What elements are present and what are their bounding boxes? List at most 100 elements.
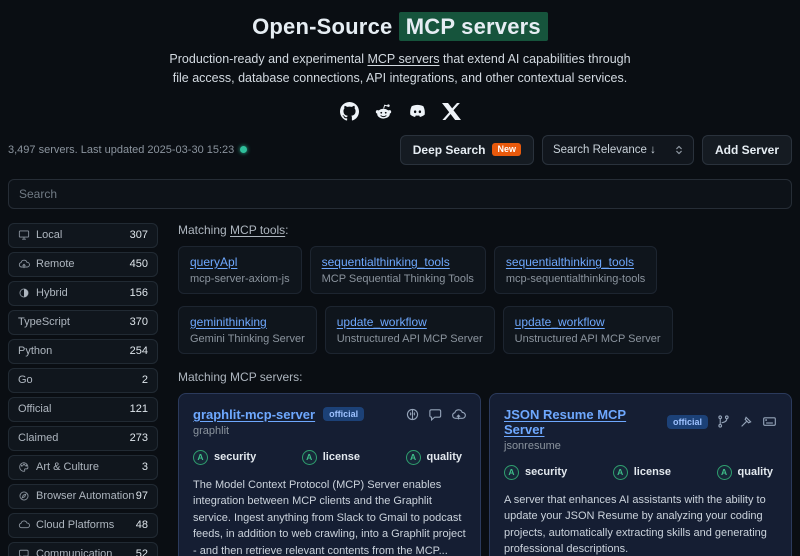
sidebar-item-hybrid[interactable]: Hybrid 156 <box>8 280 158 306</box>
grade-badge: A <box>504 464 519 480</box>
discord-icon <box>408 102 427 121</box>
quality-score: Aquality <box>405 449 462 465</box>
sidebar-item-label: Go <box>18 374 33 387</box>
sidebar-item-claimed[interactable]: Claimed 273 <box>8 425 158 451</box>
online-status-dot <box>240 146 248 154</box>
hybrid-icon <box>18 287 30 299</box>
sidebar-item-label: TypeScript <box>18 316 70 329</box>
reddit-link[interactable] <box>374 102 393 121</box>
grade-badge: A <box>612 464 628 480</box>
sidebar-item-count: 52 <box>135 548 148 556</box>
tool-card[interactable]: update_workflow Unstructured API MCP Serv… <box>502 305 673 354</box>
server-title-link[interactable]: graphlit-mcp-server <box>193 407 315 422</box>
sort-select[interactable]: Search Relevance ↓ <box>541 134 694 165</box>
license-score: Alicense <box>301 449 360 465</box>
chat-bubble-icon[interactable] <box>428 407 443 422</box>
tool-card[interactable]: queryApl mcp-server-axiom-js <box>178 245 302 294</box>
computer-icon <box>18 229 30 241</box>
page-subtitle: Production-ready and experimental MCP se… <box>165 50 635 89</box>
tools-grid: queryApl mcp-server-axiom-js sequentialth… <box>178 245 792 354</box>
social-links <box>8 102 792 121</box>
sidebar-item-label: Cloud Platforms <box>36 519 115 532</box>
sidebar-item-typescript[interactable]: TypeScript 370 <box>8 309 158 335</box>
mcp-servers-link[interactable]: MCP servers <box>367 52 439 66</box>
score-label: license <box>633 466 672 479</box>
subtitle-text: Production-ready and experimental <box>169 52 368 66</box>
page-header: Open-Source MCP servers Production-ready… <box>8 0 792 121</box>
x-icon <box>442 102 461 121</box>
sidebar-item-official[interactable]: Official 121 <box>8 396 158 422</box>
add-server-label: Add Server <box>714 142 779 157</box>
cloud-upload-icon[interactable] <box>451 407 466 422</box>
matching-tools-heading: Matching MCP tools: <box>178 223 792 237</box>
sidebar-item-label: Remote <box>36 258 75 271</box>
sidebar-item-communication[interactable]: Communication 52 <box>8 541 158 556</box>
server-card[interactable]: graphlit-mcp-server official graphlit As… <box>178 392 481 556</box>
sidebar-item-art-culture[interactable]: Art & Culture 3 <box>8 454 158 480</box>
sidebar-item-browser-automation[interactable]: Browser Automation 97 <box>8 483 158 509</box>
server-description: The Model Context Protocol (MCP) Server … <box>193 478 466 556</box>
tool-name-link[interactable]: geminithinking <box>190 315 305 329</box>
toolbar: 3,497 servers. Last updated 2025-03-30 1… <box>8 134 792 165</box>
tool-name-link[interactable]: update_workflow <box>515 315 661 329</box>
mcp-tools-link[interactable]: MCP tools <box>230 223 285 237</box>
cloud-icon <box>18 519 30 531</box>
tool-card[interactable]: sequentialthinking_tools MCP Sequential T… <box>309 245 486 294</box>
tool-card[interactable]: update_workflow Unstructured API MCP Serv… <box>324 305 495 354</box>
security-score: Asecurity <box>193 449 256 465</box>
discord-link[interactable] <box>408 102 427 121</box>
brain-icon[interactable] <box>405 407 420 422</box>
github-link[interactable] <box>340 102 359 121</box>
sidebar-item-go[interactable]: Go 2 <box>8 367 158 393</box>
reddit-icon <box>374 102 393 121</box>
deep-search-button[interactable]: Deep Search New <box>399 134 534 165</box>
deep-search-label: Deep Search <box>412 142 486 157</box>
server-stats: 3,497 servers. Last updated 2025-03-30 1… <box>8 143 248 156</box>
x-link[interactable] <box>442 102 461 121</box>
cloud-arrow-up-icon <box>18 258 30 270</box>
score-label: quality <box>737 466 773 479</box>
sidebar-item-cloud-platforms[interactable]: Cloud Platforms 48 <box>8 512 158 538</box>
grade-badge: A <box>716 464 732 480</box>
tool-name-link[interactable]: queryApl <box>190 255 290 269</box>
sidebar-item-label: Browser Automation <box>36 490 135 503</box>
tool-name-link[interactable]: sequentialthinking_tools <box>506 255 645 269</box>
stats-text: 3,497 servers. Last updated 2025-03-30 1… <box>8 143 235 156</box>
add-server-button[interactable]: Add Server <box>701 134 792 165</box>
sidebar-item-count: 3 <box>141 461 148 474</box>
server-title-link[interactable]: JSON Resume MCP Server <box>504 407 659 437</box>
server-card[interactable]: JSON Resume MCP Server official jsonresu… <box>489 392 792 556</box>
sidebar-item-count: 2 <box>141 374 148 387</box>
git-branch-icon[interactable] <box>716 414 731 429</box>
sidebar-item-local[interactable]: Local 307 <box>8 222 158 248</box>
tool-name-link[interactable]: update_workflow <box>337 315 483 329</box>
server-card-icons <box>716 414 777 429</box>
sidebar-item-label: Official <box>18 403 52 416</box>
score-label: quality <box>426 451 462 464</box>
sort-selected-value: Search Relevance ↓ <box>552 143 656 156</box>
page-title: Open-Source MCP servers <box>8 12 792 41</box>
server-scores: Asecurity Alicense Aquality <box>193 449 466 465</box>
sidebar-item-remote[interactable]: Remote 450 <box>8 251 158 277</box>
palette-icon <box>18 461 30 473</box>
grade-badge: A <box>193 449 208 465</box>
toolbar-actions: Deep Search New Search Relevance ↓ Add Se… <box>399 134 792 165</box>
sidebar-item-label: Claimed <box>18 432 59 445</box>
tool-name-link[interactable]: sequentialthinking_tools <box>322 255 474 269</box>
hammer-icon[interactable] <box>739 414 754 429</box>
server-owner: graphlit <box>193 424 230 437</box>
server-owner: jsonresume <box>504 439 561 452</box>
tool-subtitle: Unstructured API MCP Server <box>514 332 661 345</box>
server-drive-icon[interactable] <box>762 414 777 429</box>
sidebar-item-label: Hybrid <box>36 287 68 300</box>
heading-text: Matching MCP servers: <box>178 369 303 384</box>
sidebar-item-count: 307 <box>129 229 148 242</box>
official-badge: official <box>323 407 365 422</box>
tool-card[interactable]: geminithinking Gemini Thinking Server <box>178 305 317 354</box>
sidebar-item-label: Communication <box>36 548 113 556</box>
sidebar-item-python[interactable]: Python 254 <box>8 338 158 364</box>
tool-card[interactable]: sequentialthinking_tools mcp-sequentialth… <box>493 245 658 294</box>
license-score: Alicense <box>612 464 672 480</box>
sidebar-item-label: Art & Culture <box>36 461 99 474</box>
search-input[interactable] <box>8 178 792 209</box>
